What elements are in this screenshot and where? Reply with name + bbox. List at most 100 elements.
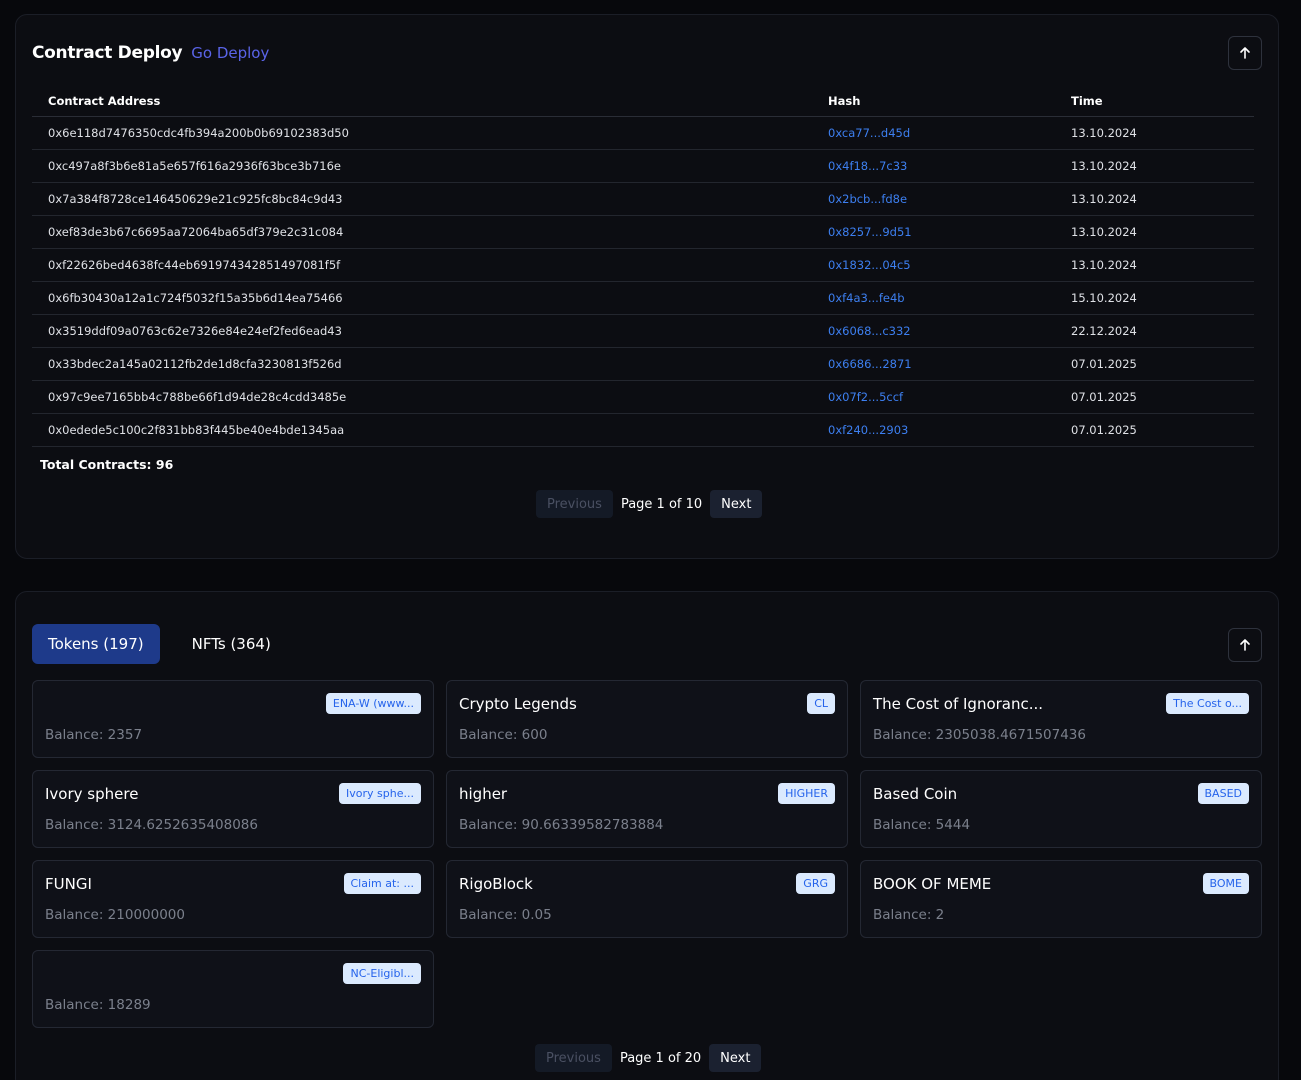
next-button[interactable]: Next bbox=[709, 1044, 762, 1072]
table-row: 0x3519ddf09a0763c62e7326e84e24ef2fed6ead… bbox=[32, 314, 1254, 348]
column-header-contract-address: Contract Address bbox=[32, 86, 812, 117]
token-name: higher bbox=[459, 785, 508, 803]
total-contracts: Total Contracts: 96 bbox=[40, 457, 174, 472]
token-card[interactable]: Ivory sphere Ivory sphe... Balance: 3124… bbox=[32, 770, 434, 848]
contract-address: 0xef83de3b67c6695aa72064ba65df379e2c31c0… bbox=[32, 215, 812, 249]
contract-address: 0x6e118d7476350cdc4fb394a200b0b69102383d… bbox=[32, 116, 812, 150]
tx-hash-link[interactable]: 0x6686...2871 bbox=[812, 347, 1055, 381]
contracts-table: Contract Address Hash Time 0x6e118d74763… bbox=[32, 86, 1254, 447]
token-card[interactable]: Based Coin BASED Balance: 5444 bbox=[860, 770, 1262, 848]
token-card[interactable]: NC-Eligibl... Balance: 18289 bbox=[32, 950, 434, 1028]
token-card[interactable]: Crypto Legends CL Balance: 600 bbox=[446, 680, 848, 758]
token-balance: Balance: 2357 bbox=[45, 727, 143, 743]
deploy-time: 15.10.2024 bbox=[1055, 281, 1254, 315]
deploy-time: 13.10.2024 bbox=[1055, 182, 1254, 216]
scroll-top-button[interactable] bbox=[1228, 628, 1262, 662]
contract-deploy-header: Contract Deploy Go Deploy bbox=[32, 43, 269, 63]
token-card[interactable]: ENA-W (www... Balance: 2357 bbox=[32, 680, 434, 758]
tx-hash-link[interactable]: 0x07f2...5ccf bbox=[812, 380, 1055, 414]
contract-address: 0xc497a8f3b6e81a5e657f616a2936f63bce3b71… bbox=[32, 149, 812, 183]
token-balance: Balance: 5444 bbox=[873, 817, 971, 833]
token-balance: Balance: 600 bbox=[459, 727, 548, 743]
tab-tokens[interactable]: Tokens (197) bbox=[32, 624, 160, 664]
table-row: 0x0edede5c100c2f831bb83f445be40e4bde1345… bbox=[32, 413, 1254, 447]
token-symbol-badge: HIGHER bbox=[778, 783, 835, 804]
token-balance: Balance: 18289 bbox=[45, 997, 151, 1013]
previous-button[interactable]: Previous bbox=[535, 1044, 612, 1072]
column-header-time: Time bbox=[1055, 86, 1254, 117]
deploy-time: 13.10.2024 bbox=[1055, 215, 1254, 249]
token-name: The Cost of Ignoranc... bbox=[873, 695, 1044, 713]
tokens-pagination: Previous Page 1 of 20 Next bbox=[535, 1044, 762, 1072]
deploy-time: 07.01.2025 bbox=[1055, 347, 1254, 381]
tx-hash-link[interactable]: 0xca77...d45d bbox=[812, 116, 1055, 150]
deploy-time: 07.01.2025 bbox=[1055, 380, 1254, 414]
token-balance: Balance: 3124.6252635408086 bbox=[45, 817, 258, 833]
tx-hash-link[interactable]: 0xf4a3...fe4b bbox=[812, 281, 1055, 315]
table-row: 0x7a384f8728ce146450629e21c925fc8bc84c9d… bbox=[32, 182, 1254, 216]
tx-hash-link[interactable]: 0x4f18...7c33 bbox=[812, 149, 1055, 183]
table-row: 0x6fb30430a12a1c724f5032f15a35b6d14ea754… bbox=[32, 281, 1254, 315]
previous-button[interactable]: Previous bbox=[536, 490, 613, 518]
token-symbol-badge: BASED bbox=[1197, 783, 1249, 804]
contracts-pagination: Previous Page 1 of 10 Next bbox=[536, 490, 763, 518]
token-balance: Balance: 210000000 bbox=[45, 907, 185, 923]
token-name: RigoBlock bbox=[459, 875, 533, 893]
assets-panel: Tokens (197) NFTs (364) ENA-W (www... Ba… bbox=[15, 591, 1279, 1080]
contract-deploy-title: Contract Deploy bbox=[32, 43, 183, 63]
next-button[interactable]: Next bbox=[710, 490, 763, 518]
contract-deploy-panel: Contract Deploy Go Deploy Contract Addre… bbox=[15, 14, 1279, 559]
table-row: 0x97c9ee7165bb4c788be66f1d94de28c4cdd348… bbox=[32, 380, 1254, 414]
page-indicator: Page 1 of 10 bbox=[620, 496, 703, 512]
deploy-time: 13.10.2024 bbox=[1055, 149, 1254, 183]
token-balance: Balance: 0.05 bbox=[459, 907, 552, 923]
token-symbol-badge: Claim at: ... bbox=[343, 873, 421, 894]
deploy-time: 13.10.2024 bbox=[1055, 248, 1254, 282]
table-row: 0xef83de3b67c6695aa72064ba65df379e2c31c0… bbox=[32, 215, 1254, 249]
asset-tabs: Tokens (197) NFTs (364) bbox=[32, 624, 287, 664]
deploy-time: 13.10.2024 bbox=[1055, 116, 1254, 150]
contract-address: 0x3519ddf09a0763c62e7326e84e24ef2fed6ead… bbox=[32, 314, 812, 348]
table-row: 0xf22626bed4638fc44eb691974342851497081f… bbox=[32, 248, 1254, 282]
tx-hash-link[interactable]: 0xf240...2903 bbox=[812, 413, 1055, 447]
deploy-time: 07.01.2025 bbox=[1055, 413, 1254, 447]
token-name: Crypto Legends bbox=[459, 695, 577, 713]
token-symbol-badge: CL bbox=[807, 693, 835, 714]
column-header-hash: Hash bbox=[812, 86, 1055, 117]
token-symbol-badge: Ivory sphe... bbox=[339, 783, 421, 804]
token-symbol-badge: The Cost o... bbox=[1166, 693, 1249, 714]
token-balance: Balance: 90.66339582783884 bbox=[459, 817, 664, 833]
table-row: 0x33bdec2a145a02112fb2de1d8cfa3230813f52… bbox=[32, 347, 1254, 381]
deploy-time: 22.12.2024 bbox=[1055, 314, 1254, 348]
token-card[interactable]: BOOK OF MEME BOME Balance: 2 bbox=[860, 860, 1262, 938]
token-balance: Balance: 2 bbox=[873, 907, 945, 923]
contract-address: 0x6fb30430a12a1c724f5032f15a35b6d14ea754… bbox=[32, 281, 812, 315]
arrow-up-icon bbox=[1240, 47, 1250, 59]
go-deploy-link[interactable]: Go Deploy bbox=[191, 44, 269, 62]
contract-address: 0x0edede5c100c2f831bb83f445be40e4bde1345… bbox=[32, 413, 812, 447]
token-name: BOOK OF MEME bbox=[873, 875, 992, 893]
token-symbol-badge: NC-Eligibl... bbox=[343, 963, 421, 984]
contract-address: 0xf22626bed4638fc44eb691974342851497081f… bbox=[32, 248, 812, 282]
contract-address: 0x7a384f8728ce146450629e21c925fc8bc84c9d… bbox=[32, 182, 812, 216]
token-balance: Balance: 2305038.4671507436 bbox=[873, 727, 1086, 743]
token-card[interactable]: RigoBlock GRG Balance: 0.05 bbox=[446, 860, 848, 938]
tx-hash-link[interactable]: 0x2bcb...fd8e bbox=[812, 182, 1055, 216]
token-symbol-badge: GRG bbox=[796, 873, 835, 894]
token-name: Based Coin bbox=[873, 785, 958, 803]
contract-address: 0x33bdec2a145a02112fb2de1d8cfa3230813f52… bbox=[32, 347, 812, 381]
tx-hash-link[interactable]: 0x1832...04c5 bbox=[812, 248, 1055, 282]
table-header-row: Contract Address Hash Time bbox=[32, 86, 1254, 117]
table-row: 0xc497a8f3b6e81a5e657f616a2936f63bce3b71… bbox=[32, 149, 1254, 183]
scroll-top-button[interactable] bbox=[1228, 36, 1262, 70]
tab-nfts[interactable]: NFTs (364) bbox=[176, 624, 287, 664]
contract-address: 0x97c9ee7165bb4c788be66f1d94de28c4cdd348… bbox=[32, 380, 812, 414]
token-card[interactable]: higher HIGHER Balance: 90.66339582783884 bbox=[446, 770, 848, 848]
tx-hash-link[interactable]: 0x8257...9d51 bbox=[812, 215, 1055, 249]
arrow-up-icon bbox=[1240, 639, 1250, 651]
token-card[interactable]: FUNGI Claim at: ... Balance: 210000000 bbox=[32, 860, 434, 938]
table-row: 0x6e118d7476350cdc4fb394a200b0b69102383d… bbox=[32, 116, 1254, 150]
tx-hash-link[interactable]: 0x6068...c332 bbox=[812, 314, 1055, 348]
token-symbol-badge: ENA-W (www... bbox=[325, 693, 421, 714]
token-card[interactable]: The Cost of Ignoranc... The Cost o... Ba… bbox=[860, 680, 1262, 758]
